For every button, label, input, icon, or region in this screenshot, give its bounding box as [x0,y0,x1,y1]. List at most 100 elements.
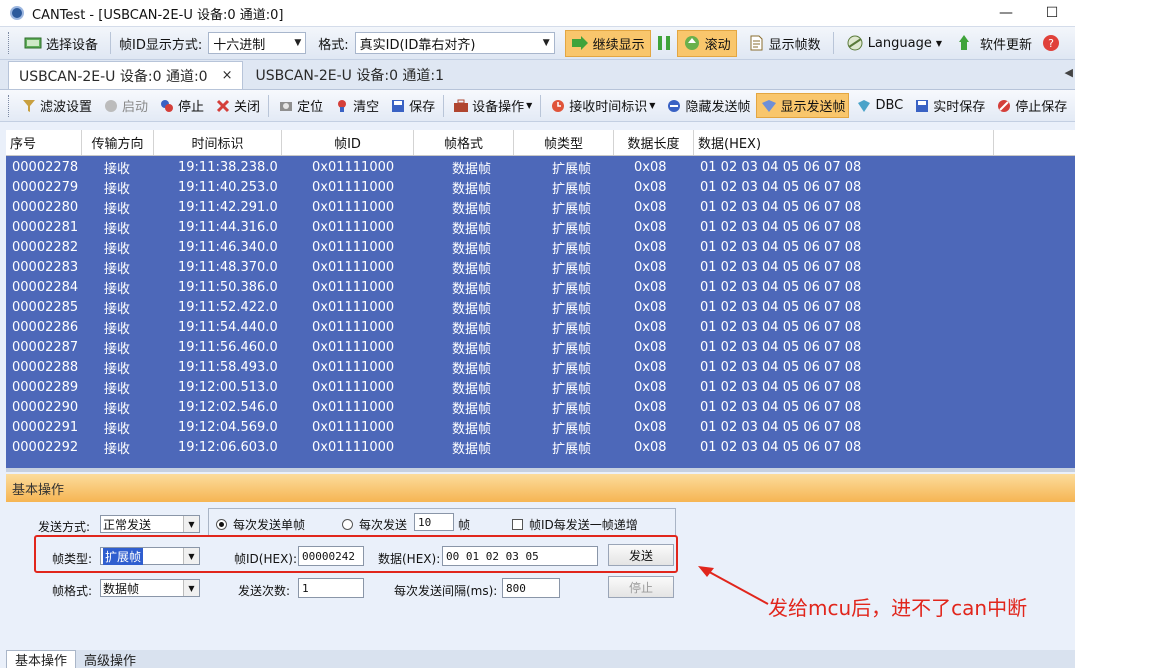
dbc-button[interactable]: DBC [851,95,907,117]
locate-label: 定位 [297,100,324,115]
panel-splitter[interactable] [6,468,1075,472]
help-icon[interactable]: ? [1042,35,1060,51]
table-row[interactable]: 00002292 接收 19:12:06.603.0 0x01111000 数据帧 扩展帧… [6,437,1075,457]
cell-time: 19:11:44.316.0 [178,219,278,235]
send-count-input[interactable]: 1 [298,578,364,598]
multi-frame-count-input[interactable]: 10 [414,513,454,531]
hide-sent-frames-button[interactable]: 隐藏发送帧 [661,93,754,118]
toolbar-grip[interactable] [8,32,12,54]
table-row[interactable]: 00002278 接收 19:11:38.238.0 0x01111000 数据帧 扩展帧… [6,157,1075,177]
stop-button[interactable]: 停止 [154,93,208,118]
radio-single-frame[interactable]: 每次发送单帧 [216,516,305,533]
table-row[interactable]: 00002290 接收 19:12:02.546.0 0x01111000 数据帧 扩展帧… [6,397,1075,417]
table-row[interactable]: 00002291 接收 19:12:04.569.0 0x01111000 数据帧 扩展帧… [6,417,1075,437]
cell-frame-id: 0x01111000 [312,379,395,395]
save-label: 保存 [409,100,436,115]
table-row[interactable]: 00002285 接收 19:11:52.422.0 0x01111000 数据帧 扩展帧… [6,297,1075,317]
tab-scroll-left-icon[interactable]: ◀ [1065,66,1073,79]
cell-frame-type: 扩展帧 [552,241,592,257]
start-button[interactable]: 启动 [98,93,152,118]
cell-index: 00002292 [12,439,79,455]
realtime-save-button[interactable]: 实时保存 [909,93,989,118]
table-row[interactable]: 00002281 接收 19:11:44.316.0 0x01111000 数据帧 扩展帧… [6,217,1075,237]
id-increment-checkbox[interactable]: 帧ID每发送一帧递增 [512,516,638,533]
cell-frame-type: 扩展帧 [552,281,592,297]
cell-data-length: 0x08 [634,179,667,195]
cell-frame-type: 扩展帧 [552,221,592,237]
cell-direction: 接收 [104,261,131,277]
column-header-frame-type[interactable]: 帧类型 [514,130,614,155]
filter-settings-button[interactable]: 滤波设置 [16,93,96,118]
send-mode-label: 发送方式: [38,520,91,534]
format-select[interactable]: 真实ID(ID靠右对齐) ▼ [354,32,555,54]
table-row[interactable]: 00002283 接收 19:11:48.370.0 0x01111000 数据帧 扩展帧… [6,257,1075,277]
cell-data-hex: 01 02 03 04 05 06 07 08 [700,319,862,335]
stop-save-button[interactable]: 停止保存 [991,93,1071,118]
dropdown-caret-icon: ▼ [526,101,533,110]
tab-channel-1-label: USBCAN-2E-U 设备:0 通道:1 [255,68,445,84]
scroll-button[interactable]: 滚动 [676,29,737,57]
toolbar-separator [540,94,542,117]
cell-time: 19:11:48.370.0 [178,259,278,275]
id-display-value: 十六进制 [213,37,266,53]
select-device-button[interactable]: 选择设备 [18,30,104,57]
radio-multi-frame[interactable]: 每次发送 [342,516,407,533]
table-row[interactable]: 00002280 接收 19:11:42.291.0 0x01111000 数据帧 扩展帧… [6,197,1075,217]
cell-index: 00002286 [12,319,79,335]
cell-frame-format: 数据帧 [452,221,492,237]
table-row[interactable]: 00002284 接收 19:11:50.386.0 0x01111000 数据帧 扩展帧… [6,277,1075,297]
tab-channel-1[interactable]: USBCAN-2E-U 设备:0 通道:1 [245,61,454,89]
tab-basic-operations[interactable]: 基本操作 [6,650,77,668]
software-update-button[interactable]: 软件更新 [952,30,1038,57]
frame-format-select[interactable]: 数据帧 ▼ [100,579,200,597]
table-row[interactable]: 00002279 接收 19:11:40.253.0 0x01111000 数据帧 扩展帧… [6,177,1075,197]
chevron-down-icon: ▼ [183,580,199,596]
clear-button[interactable]: 清空 [329,93,383,118]
cell-data-hex: 01 02 03 04 05 06 07 08 [700,219,862,235]
column-header-time[interactable]: 时间标识 [154,130,282,155]
toolbar-grip[interactable] [8,94,12,117]
cell-frame-id: 0x01111000 [312,359,395,375]
cell-data-hex: 01 02 03 04 05 06 07 08 [700,199,862,215]
recv-time-mark-button[interactable]: 接收时间标识 ▼ [545,93,659,118]
send-mode-select[interactable]: 正常发送 ▼ [100,515,200,533]
tab-channel-0[interactable]: USBCAN-2E-U 设备:0 通道:0 × [8,61,244,89]
column-header-frame-id[interactable]: 帧ID [282,130,414,155]
language-button[interactable]: Language ▼ [840,31,948,55]
table-row[interactable]: 00002287 接收 19:11:56.460.0 0x01111000 数据帧 扩展帧… [6,337,1075,357]
table-row[interactable]: 00002282 接收 19:11:46.340.0 0x01111000 数据帧 扩展帧… [6,237,1075,257]
continue-display-button[interactable]: 继续显示 [564,29,651,57]
id-display-select[interactable]: 十六进制 ▼ [208,32,307,54]
channel-toolbar: 滤波设置 启动 停止 关闭 定位 清空 保存 设备操作 ▼ 接收时间标识 ▼ 隐… [0,90,1075,122]
table-row[interactable]: 00002289 接收 19:12:00.513.0 0x01111000 数据帧 扩展帧… [6,377,1075,397]
toolbar-separator [832,32,834,54]
maximize-button[interactable]: ☐ [1029,5,1075,21]
can-frame-table[interactable]: 序号 传输方向 时间标识 帧ID 帧格式 帧类型 数据长度 数据(HEX) 00… [6,130,1075,468]
save-button[interactable]: 保存 [385,93,439,118]
show-frame-count-button[interactable]: 显示帧数 [741,30,827,57]
cell-frame-format: 数据帧 [452,361,492,377]
close-device-button[interactable]: 关闭 [210,93,264,118]
show-sent-frames-button[interactable]: 显示发送帧 [756,93,850,118]
column-header-data-hex[interactable]: 数据(HEX) [694,130,994,155]
pause-icon[interactable] [655,35,673,51]
device-operations-button[interactable]: 设备操作 ▼ [448,93,536,118]
show-icon [760,98,778,114]
cell-time: 19:11:42.291.0 [178,199,278,215]
cell-index: 00002287 [12,339,79,355]
column-header-frame-format[interactable]: 帧格式 [414,130,514,155]
locate-button[interactable]: 定位 [273,93,327,118]
stop-send-button[interactable]: 停止 [608,576,674,598]
table-row[interactable]: 00002288 接收 19:11:58.493.0 0x01111000 数据帧 扩展帧… [6,357,1075,377]
column-header-data-length[interactable]: 数据长度 [614,130,694,155]
minimize-button[interactable]: — [983,5,1029,21]
cell-frame-format: 数据帧 [452,401,492,417]
send-interval-input[interactable]: 800 [502,578,560,598]
cell-direction: 接收 [104,281,131,297]
tab-advanced-operations[interactable]: 高级操作 [76,650,144,668]
table-row[interactable]: 00002286 接收 19:11:54.440.0 0x01111000 数据帧 扩展帧… [6,317,1075,337]
column-header-index[interactable]: 序号 [6,130,82,155]
dbc-label: DBC [875,98,904,113]
close-icon[interactable]: × [222,68,233,83]
column-header-direction[interactable]: 传输方向 [82,130,154,155]
